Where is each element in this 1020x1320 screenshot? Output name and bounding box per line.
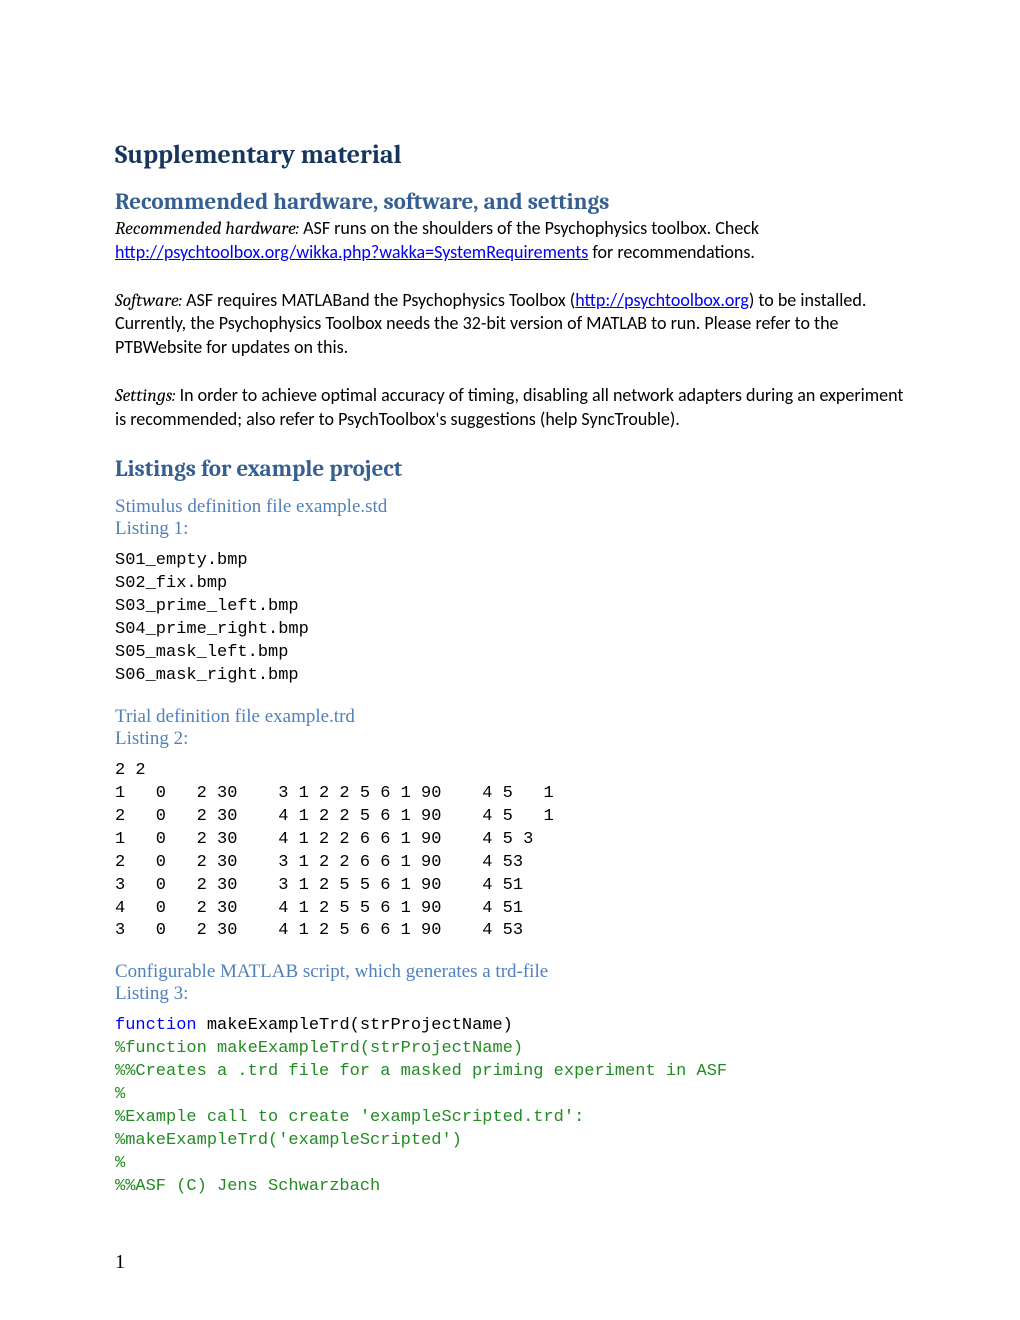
para-hardware: Recommended hardware: ASF runs on the sh… (115, 217, 905, 265)
label-listing2: Listing 2: (115, 728, 905, 750)
page-number: 1 (115, 1251, 125, 1274)
document-page: Supplementary material Recommended hardw… (0, 0, 1020, 1320)
label-settings: Settings: (115, 385, 176, 406)
heading-listings: Listings for example project (115, 455, 905, 482)
link-sysreq[interactable]: http://psychtoolbox.org/wikka.php?wakka=… (115, 241, 588, 263)
label-listing3: Listing 3: (115, 983, 905, 1005)
text-hardware-before: ASF runs on the shoulders of the Psychop… (299, 217, 759, 239)
text-settings: In order to achieve optimal accuracy of … (115, 384, 903, 430)
label-listing1: Listing 1: (115, 518, 905, 540)
para-settings: Settings: In order to achieve optimal ac… (115, 384, 905, 432)
label-hardware: Recommended hardware: (115, 218, 299, 239)
label-software: Software: (115, 290, 182, 311)
text-software-before: ASF requires MATLABand the Psychophysics… (182, 289, 575, 311)
subheading-listing2: Trial definition file example.trd (115, 706, 905, 728)
code-listing3: function makeExampleTrd(strProjectName) … (115, 1015, 905, 1199)
code-keyword-function: function (115, 1016, 197, 1035)
para-software: Software: ASF requires MATLABand the Psy… (115, 289, 905, 360)
subheading-listing1: Stimulus definition file example.std (115, 496, 905, 518)
text-hardware-after: for recommendations. (588, 241, 755, 263)
heading-recommended: Recommended hardware, software, and sett… (115, 188, 905, 215)
code-comments: %function makeExampleTrd(strProjectName)… (115, 1039, 727, 1196)
subheading-listing3: Configurable MATLAB script, which genera… (115, 961, 905, 983)
code-fn-decl: makeExampleTrd(strProjectName) (197, 1016, 513, 1035)
code-listing1: S01_empty.bmp S02_fix.bmp S03_prime_left… (115, 550, 905, 688)
page-title: Supplementary material (115, 140, 905, 170)
link-ptb[interactable]: http://psychtoolbox.org (575, 289, 749, 311)
code-listing2: 2 2 1 0 2 30 3 1 2 2 5 6 1 90 4 5 1 2 0 … (115, 760, 905, 944)
